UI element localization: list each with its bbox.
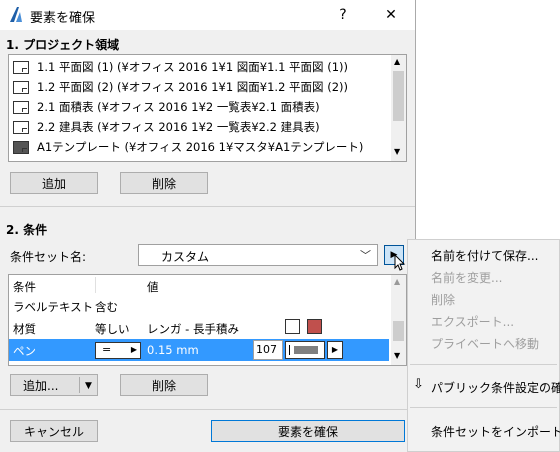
criterion-operator[interactable]: 含む: [95, 299, 118, 315]
delete-area-button[interactable]: 削除: [120, 172, 208, 194]
scroll-up-icon[interactable]: ▲: [394, 277, 400, 286]
menu-item-save-as[interactable]: 名前を付けて保存...: [431, 247, 538, 264]
chevron-down-icon[interactable]: ▼: [85, 375, 92, 397]
pen-number-field[interactable]: 107: [253, 340, 283, 360]
scroll-thumb[interactable]: [393, 71, 404, 121]
mouse-cursor-icon: [394, 254, 406, 271]
keep-elements-button[interactable]: 要素を確保: [211, 420, 405, 442]
criterion-value[interactable]: 0.15 mm: [147, 343, 199, 357]
list-item[interactable]: A1テンプレート (¥オフィス 2016 1¥マスタ¥A1テンプレート): [13, 137, 363, 157]
dialog-title: 要素を確保: [30, 11, 96, 26]
add-criterion-label: 追加...: [23, 379, 59, 393]
pen-number-value: 107: [256, 343, 277, 356]
arrow-down-icon: ⇩: [413, 377, 424, 392]
plan-icon: [13, 61, 29, 74]
menu-item-import-criteria-set[interactable]: 条件セットをインポート...: [431, 423, 560, 440]
chevron-down-icon: ﹀: [360, 249, 371, 262]
operator-dropdown[interactable]: = ▶: [95, 342, 141, 359]
pen-cursor-icon: [289, 345, 290, 355]
delete-criterion-button[interactable]: 削除: [120, 374, 208, 396]
criterion-name[interactable]: 材質: [13, 321, 36, 337]
list-item[interactable]: 1.1 平面図 (1) (¥オフィス 2016 1¥1 図面¥1.1 平面図 (…: [13, 57, 348, 77]
criteria-set-popup-menu: 名前を付けて保存... 名前を変更... 削除 エクスポート... プライベート…: [407, 239, 560, 452]
plan-icon: [13, 81, 29, 94]
master-layout-icon: [13, 141, 29, 154]
list-scrollbar[interactable]: ▲ ▼: [391, 55, 406, 161]
split-divider: [79, 377, 80, 393]
divider: [0, 409, 415, 410]
help-button[interactable]: ?: [328, 4, 358, 26]
list-item[interactable]: 2.1 面積表 (¥オフィス 2016 1¥2 一覧表¥2.1 面積表): [13, 97, 320, 117]
criterion-name[interactable]: ラベルテキスト: [13, 299, 93, 315]
scroll-down-icon[interactable]: ▼: [394, 147, 400, 156]
pen-picker[interactable]: [285, 341, 325, 359]
menu-item-delete[interactable]: 削除: [431, 291, 455, 308]
criteria-table[interactable]: 条件 値 ラベルテキスト 含む 材質 等しい レンガ - 長手積み ペン = ▶…: [8, 274, 407, 366]
scroll-up-icon[interactable]: ▲: [394, 57, 400, 66]
criterion-value[interactable]: レンガ - 長手積み: [147, 321, 239, 337]
column-header-criterion: 条件: [13, 280, 36, 294]
triangle-right-icon: ▶: [331, 345, 339, 354]
app-logo-icon: [10, 7, 22, 22]
criterion-operator[interactable]: 等しい: [95, 321, 130, 337]
pen-color-swatch-icon: [294, 346, 318, 354]
triangle-right-icon: ▶: [130, 345, 137, 354]
menu-item-keep-public-criteria[interactable]: パブリック条件設定の確保: [431, 379, 560, 396]
list-item-label: 1.1 平面図 (1) (¥オフィス 2016 1¥1 図面¥1.1 平面図 (…: [37, 60, 348, 74]
operator-value: =: [102, 343, 112, 356]
divider: [0, 206, 415, 207]
scroll-thumb[interactable]: [393, 321, 404, 341]
list-item[interactable]: 1.2 平面図 (2) (¥オフィス 2016 1¥1 図面¥1.2 平面図 (…: [13, 77, 348, 97]
empty-swatch-icon[interactable]: [285, 319, 300, 334]
menu-separator: [410, 364, 557, 365]
close-button[interactable]: ✕: [376, 4, 406, 26]
pen-menu-button[interactable]: ▶: [327, 341, 343, 359]
list-item-label: 1.2 平面図 (2) (¥オフィス 2016 1¥1 図面¥1.2 平面図 (…: [37, 80, 348, 94]
menu-item-move-to-private[interactable]: プライベートへ移動: [431, 335, 539, 352]
menu-separator: [410, 407, 557, 408]
criteria-set-value: カスタム: [161, 250, 210, 264]
criteria-set-name-label: 条件セット名:: [10, 250, 87, 264]
criterion-name[interactable]: ペン: [13, 343, 36, 359]
add-criterion-button[interactable]: 追加... ▼: [10, 374, 98, 396]
column-divider: [95, 277, 96, 293]
section-project-area-title: 1. プロジェクト領域: [6, 38, 120, 52]
title-bar: 要素を確保 ? ✕: [0, 0, 415, 30]
criteria-set-dropdown[interactable]: カスタム ﹀: [138, 244, 378, 266]
schedule-icon: [13, 121, 29, 134]
list-item-label: A1テンプレート (¥オフィス 2016 1¥マスタ¥A1テンプレート): [37, 140, 364, 154]
menu-item-rename[interactable]: 名前を変更...: [431, 269, 502, 286]
cancel-button[interactable]: キャンセル: [10, 420, 98, 442]
project-area-list[interactable]: 1.1 平面図 (1) (¥オフィス 2016 1¥1 図面¥1.1 平面図 (…: [8, 54, 407, 162]
section-criteria-title: 2. 条件: [6, 223, 48, 237]
list-item-label: 2.1 面積表 (¥オフィス 2016 1¥2 一覧表¥2.1 面積表): [37, 100, 320, 114]
scroll-down-icon[interactable]: ▼: [394, 351, 400, 360]
keep-elements-dialog: 要素を確保 ? ✕ 1. プロジェクト領域 1.1 平面図 (1) (¥オフィス…: [0, 0, 416, 452]
menu-item-export[interactable]: エクスポート...: [431, 313, 514, 330]
schedule-icon: [13, 101, 29, 114]
brick-material-swatch-icon[interactable]: [307, 319, 322, 334]
list-item[interactable]: 2.2 建具表 (¥オフィス 2016 1¥2 一覧表¥2.2 建具表): [13, 117, 320, 137]
table-scrollbar[interactable]: ▲ ▼: [391, 275, 406, 365]
list-item-label: 2.2 建具表 (¥オフィス 2016 1¥2 一覧表¥2.2 建具表): [37, 120, 320, 134]
column-header-value: 値: [147, 280, 159, 294]
add-area-button[interactable]: 追加: [10, 172, 98, 194]
